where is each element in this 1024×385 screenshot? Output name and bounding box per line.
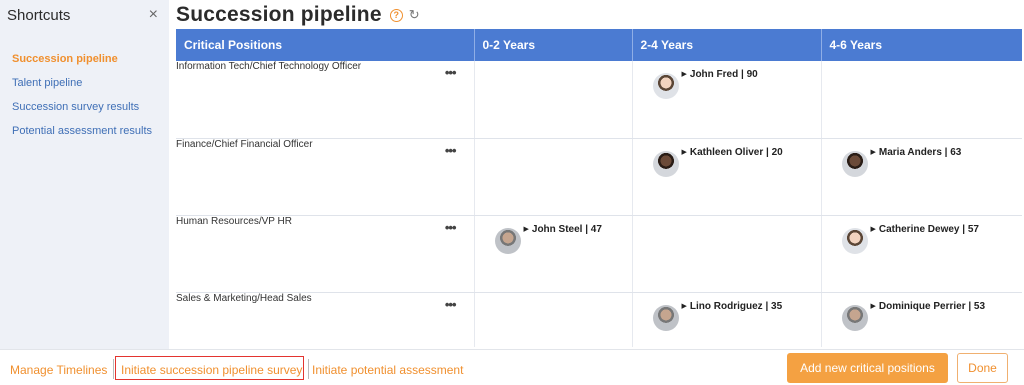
position-name: Sales & Marketing/Head Sales <box>176 292 312 304</box>
avatar <box>841 304 868 331</box>
sidebar-list: Succession pipeline Talent pipeline Succ… <box>0 52 169 148</box>
cell-4-6-years: ▶ Maria Anders | 63 <box>821 138 1023 216</box>
sidebar-title: Shortcuts <box>7 6 71 24</box>
caret-right-icon: ▶ <box>870 225 876 233</box>
cell-0-2-years <box>474 138 633 216</box>
candidate-lino-rodriguez[interactable]: ▶ Lino Rodriguez | 35 <box>652 300 821 331</box>
candidate-label: Maria Anders | 63 <box>878 146 962 158</box>
table-header-row: Critical Positions 0-2 Years 2-4 Years 4… <box>176 29 1022 61</box>
sidebar-item-talent-pipeline[interactable]: Talent pipeline <box>0 76 169 100</box>
candidate-kathleen-oliver[interactable]: ▶ Kathleen Oliver | 20 <box>652 146 821 177</box>
column-header-4-6-years: 4-6 Years <box>821 29 1022 61</box>
candidate-catherine-dewey[interactable]: ▶ Catherine Dewey | 57 <box>841 223 1023 254</box>
footer-bar: Manage Timelines Initiate succession pip… <box>0 349 1024 385</box>
more-options-icon[interactable]: ••• <box>445 143 457 158</box>
candidate-label: Kathleen Oliver | 20 <box>689 146 783 158</box>
caret-right-icon: ▶ <box>681 148 687 156</box>
page-title: Succession pipeline <box>176 3 382 26</box>
candidate-john-steel[interactable]: ▶ John Steel | 47 <box>494 223 632 254</box>
table-row: Human Resources/VP HR ••• ▶ John Steel |… <box>176 215 1023 293</box>
candidate-label: John Steel | 47 <box>531 223 602 235</box>
sidebar-item-potential-assessment-results[interactable]: Potential assessment results <box>0 124 169 148</box>
candidate-john-fred[interactable]: ▶ John Fred | 90 <box>652 68 821 99</box>
cell-2-4-years: ▶ Lino Rodriguez | 35 <box>632 292 822 347</box>
cell-2-4-years: ▶ John Fred | 90 <box>632 61 822 139</box>
position-cell: Sales & Marketing/Head Sales ••• <box>176 292 475 347</box>
initiate-assessment-link[interactable]: Initiate potential assessment <box>312 363 463 377</box>
position-name: Finance/Chief Financial Officer <box>176 138 313 150</box>
avatar <box>652 73 679 99</box>
position-name: Human Resources/VP HR <box>176 215 292 227</box>
more-options-icon[interactable]: ••• <box>445 220 457 235</box>
shortcuts-sidebar: Shortcuts × Succession pipeline Talent p… <box>0 0 169 349</box>
manage-timelines-link[interactable]: Manage Timelines <box>10 363 107 377</box>
candidate-dominique-perrier[interactable]: ▶ Dominique Perrier | 53 <box>841 300 1023 331</box>
close-icon[interactable]: × <box>149 7 158 23</box>
column-header-2-4-years: 2-4 Years <box>632 29 822 61</box>
sidebar-item-succession-survey-results[interactable]: Succession survey results <box>0 100 169 124</box>
cell-0-2-years <box>474 61 633 139</box>
cell-4-6-years: ▶ Dominique Perrier | 53 <box>821 292 1022 347</box>
cell-2-4-years: ▶ Kathleen Oliver | 20 <box>632 138 822 216</box>
column-header-0-2-years: 0-2 Years <box>474 29 633 61</box>
cell-0-2-years: ▶ John Steel | 47 <box>474 215 633 293</box>
caret-right-icon: ▶ <box>870 302 876 310</box>
position-name: Information Tech/Chief Technology Office… <box>176 61 362 72</box>
add-critical-positions-button[interactable]: Add new critical positions <box>787 353 948 383</box>
avatar <box>841 150 868 177</box>
caret-right-icon: ▶ <box>681 302 687 310</box>
cell-2-4-years <box>632 215 822 293</box>
candidate-label: Catherine Dewey | 57 <box>878 223 979 235</box>
table-row: Information Tech/Chief Technology Office… <box>176 61 1022 139</box>
help-icon[interactable]: ? <box>389 8 403 22</box>
avatar <box>652 304 679 331</box>
done-button[interactable]: Done <box>957 353 1008 383</box>
avatar <box>652 150 679 177</box>
candidate-label: John Fred | 90 <box>689 69 758 80</box>
initiate-survey-link[interactable]: Initiate succession pipeline survey <box>121 363 302 377</box>
position-cell: Finance/Chief Financial Officer ••• <box>176 138 475 216</box>
main-content: Succession pipeline ? ↻ Critical Positio… <box>176 0 1022 347</box>
cell-4-6-years: ▶ Catherine Dewey | 57 <box>821 215 1023 293</box>
candidate-label: Lino Rodriguez | 35 <box>689 300 783 312</box>
title-row: Succession pipeline ? ↻ <box>176 0 1022 30</box>
position-cell: Human Resources/VP HR ••• <box>176 215 475 293</box>
refresh-icon[interactable]: ↻ <box>409 7 420 23</box>
cell-0-2-years <box>474 292 633 347</box>
sidebar-item-succession-pipeline[interactable]: Succession pipeline <box>0 52 169 76</box>
candidate-maria-anders[interactable]: ▶ Maria Anders | 63 <box>841 146 1023 177</box>
divider <box>308 359 309 379</box>
divider <box>113 359 114 379</box>
caret-right-icon: ▶ <box>870 148 876 156</box>
position-cell: Information Tech/Chief Technology Office… <box>176 61 475 139</box>
more-options-icon[interactable]: ••• <box>445 65 457 80</box>
caret-right-icon: ▶ <box>523 225 529 233</box>
caret-right-icon: ▶ <box>681 71 687 78</box>
more-options-icon[interactable]: ••• <box>445 297 457 312</box>
sidebar-header: Shortcuts × <box>0 0 169 30</box>
cell-4-6-years <box>821 61 1022 139</box>
table-row: Sales & Marketing/Head Sales ••• ▶ Lino … <box>176 292 1022 347</box>
column-header-critical-positions: Critical Positions <box>176 29 475 61</box>
succession-table: Critical Positions 0-2 Years 2-4 Years 4… <box>176 29 1022 347</box>
avatar <box>841 227 868 254</box>
avatar <box>494 227 521 254</box>
table-row: Finance/Chief Financial Officer ••• ▶ Ka… <box>176 138 1023 216</box>
candidate-label: Dominique Perrier | 53 <box>878 300 986 312</box>
